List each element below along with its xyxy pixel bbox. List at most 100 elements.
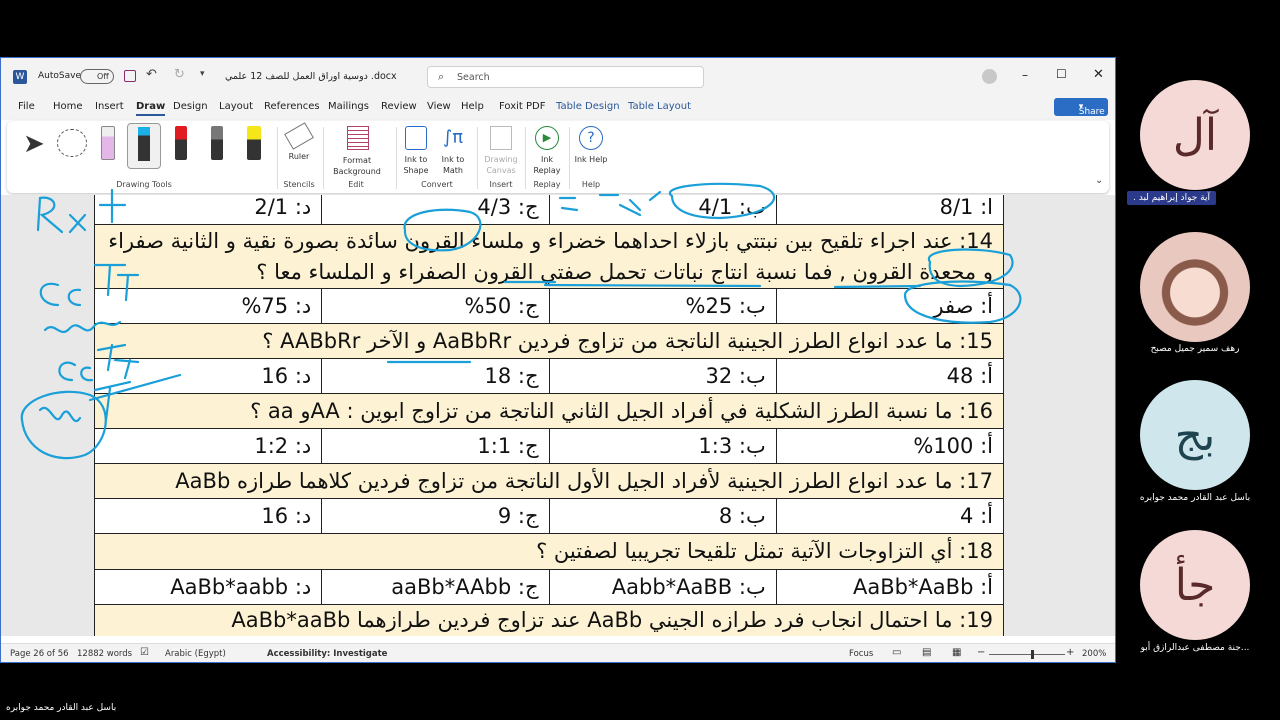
pen-cyan-icon[interactable] [127, 123, 161, 169]
answer-choice[interactable]: أ: 48 [775, 358, 1005, 394]
page-count[interactable]: Page 26 of 56 [10, 649, 69, 659]
tab-table-layout[interactable]: Table Layout [628, 101, 691, 112]
participant-initials-4: جأ [1174, 559, 1216, 611]
highlighter-yellow-icon[interactable] [247, 126, 261, 160]
question-text[interactable]: 15: ما عدد انواع الطرز الجينية الناتجة م… [94, 323, 1004, 359]
select-tool-icon[interactable]: ➤ [23, 129, 45, 159]
ink-to-math-button[interactable]: ∫π Ink to Math [437, 125, 469, 176]
answer-choice[interactable]: ب: 25% [548, 288, 777, 324]
answer-choice[interactable]: ج: 4/3 [321, 195, 550, 225]
tab-layout[interactable]: Layout [219, 101, 253, 112]
answer-choice[interactable]: أ: 4 [775, 498, 1005, 534]
pen-pink-icon[interactable] [101, 126, 115, 160]
zoom-slider[interactable] [989, 650, 1065, 659]
answer-row: ا: 8/1 ب: 4/1 ج: 4/3 د: 2/1 [93, 195, 1005, 225]
answer-choice[interactable]: ج: aaBb*AAbb [321, 569, 550, 605]
answer-choice[interactable]: أ: 100% [775, 428, 1005, 464]
tab-help[interactable]: Help [461, 101, 484, 112]
tab-home[interactable]: Home [53, 101, 83, 112]
participant-tile-3[interactable]: بج [1140, 380, 1250, 490]
answer-row: أ: صفر ب: 25% ج: 50% د: 75% [93, 288, 1005, 324]
pen-red-icon[interactable] [175, 126, 187, 160]
save-icon[interactable] [124, 70, 136, 82]
customize-icon[interactable]: ▾ [200, 69, 205, 79]
tab-draw[interactable]: Draw [136, 101, 166, 116]
autosave-label: AutoSave [38, 71, 81, 81]
participant-tile-1[interactable]: آل [1140, 80, 1250, 190]
tab-insert[interactable]: Insert [95, 101, 124, 112]
word-count[interactable]: 12882 words [77, 649, 132, 659]
answer-choice[interactable]: ج: 18 [321, 358, 550, 394]
print-layout-icon[interactable]: ▤ [922, 647, 931, 658]
web-layout-icon[interactable]: ▦ [952, 647, 961, 658]
answer-choice[interactable]: أ: AaBb*AaBb [775, 569, 1005, 605]
answer-choice[interactable]: ج: 50% [321, 288, 550, 324]
redo-icon[interactable]: ↻ [174, 67, 185, 82]
questions-table: ا: 8/1 ب: 4/1 ج: 4/3 د: 2/1 14: عند اجراء تل… [93, 195, 1005, 636]
answer-choice[interactable]: د: 16 [93, 358, 323, 394]
ruler-button[interactable]: Ruler [283, 122, 315, 162]
ink-to-shape-button[interactable]: Ink to Shape [401, 125, 431, 176]
document-page[interactable]: ا: 8/1 ب: 4/1 ج: 4/3 د: 2/1 14: عند اجراء تل… [93, 195, 1005, 636]
answer-choice[interactable]: د: 75% [93, 288, 323, 324]
proofing-icon[interactable]: ☑ [140, 647, 149, 658]
zoom-out-icon[interactable]: − [977, 647, 985, 658]
close-icon[interactable]: ✕ [1093, 67, 1104, 82]
language[interactable]: Arabic (Egypt) [165, 649, 226, 659]
lasso-icon[interactable] [57, 129, 87, 157]
question-text[interactable]: 18: أي التزاوجات الآتية تمثل تلقيحا تجري… [94, 533, 1004, 570]
replay-label: Replay [533, 180, 561, 189]
ink-to-shape-label: Ink to Shape [403, 155, 429, 175]
answer-choice[interactable]: ج: 9 [321, 498, 550, 534]
pen-gray-icon[interactable] [211, 126, 223, 160]
answer-choice[interactable]: ب: 8 [548, 498, 777, 534]
format-background-button[interactable]: Format Background [327, 125, 389, 177]
question-text[interactable]: 19: ما احتمال انجاب فرد طرازه الجيني AaB… [94, 604, 1004, 636]
tab-view[interactable]: View [427, 101, 451, 112]
tab-mailings[interactable]: Mailings [328, 101, 369, 112]
drawing-canvas-button[interactable]: Drawing Canvas [481, 125, 521, 176]
ink-help-button[interactable]: ? Ink Help [573, 125, 609, 165]
autosave-toggle[interactable]: Off [80, 69, 114, 84]
answer-choice[interactable]: ب: 1:3 [548, 428, 777, 464]
question-text[interactable]: 17: ما عدد انواع الطرز الجينية لأفراد ال… [94, 463, 1004, 499]
answer-choice[interactable]: ا: 8/1 [775, 195, 1005, 225]
answer-choice[interactable]: د: AaBb*aabb [93, 569, 323, 605]
title-bar: W AutoSave Off ↶ ↻ ▾ دوسية اوراق العمل ل… [1, 58, 1115, 96]
share-button[interactable]: Share ▾ [1054, 98, 1108, 117]
participant-avatar-2[interactable] [1140, 232, 1250, 342]
focus-button[interactable]: Focus [849, 649, 873, 659]
answer-choice[interactable]: د: 1:2 [93, 428, 323, 464]
undo-icon[interactable]: ↶ [146, 67, 157, 82]
tab-design[interactable]: Design [173, 101, 208, 112]
answer-choice[interactable]: ب: 32 [548, 358, 777, 394]
question-text[interactable]: 14: عند اجراء تلقيح بين نبتتي بازلاء احد… [94, 224, 1004, 289]
read-mode-icon[interactable]: ▭ [892, 647, 901, 658]
search-input[interactable]: ⌕ Search [427, 66, 704, 88]
answer-choice[interactable]: ج: 1:1 [321, 428, 550, 464]
participant-tile-4[interactable]: جأ [1140, 530, 1250, 640]
tab-foxit[interactable]: Foxit PDF [499, 101, 545, 112]
ink-help-label: Ink Help [574, 155, 608, 164]
answer-choice[interactable]: د: 2/1 [93, 195, 323, 225]
accessibility-status[interactable]: Accessibility: Investigate [267, 649, 387, 659]
answer-choice[interactable]: ب: Aabb*AaBB [548, 569, 777, 605]
zoom-in-icon[interactable]: + [1066, 647, 1074, 658]
maximize-icon[interactable]: ☐ [1056, 67, 1067, 81]
zoom-level[interactable]: 200% [1082, 649, 1106, 659]
ruler-label: Ruler [288, 152, 310, 161]
minimize-icon[interactable]: – [1022, 68, 1028, 82]
tab-review[interactable]: Review [381, 101, 417, 112]
tab-table-design[interactable]: Table Design [556, 101, 620, 112]
answer-choice[interactable]: ب: 4/1 [548, 195, 777, 225]
question-text[interactable]: 16: ما نسبة الطرز الشكلية في أفراد الجيل… [94, 393, 1004, 429]
collapse-ribbon-icon[interactable]: ⌄ [1095, 175, 1103, 186]
tab-references[interactable]: References [264, 101, 320, 112]
edit-label: Edit [348, 180, 364, 189]
ink-replay-button[interactable]: ▶ Ink Replay [529, 125, 565, 176]
answer-choice[interactable]: أ: صفر [775, 288, 1005, 324]
account-icon[interactable] [982, 69, 997, 84]
document-title[interactable]: دوسية اوراق العمل للصف 12 علمي .docx [225, 71, 397, 82]
answer-choice[interactable]: د: 16 [93, 498, 323, 534]
tab-file[interactable]: File [18, 101, 35, 112]
